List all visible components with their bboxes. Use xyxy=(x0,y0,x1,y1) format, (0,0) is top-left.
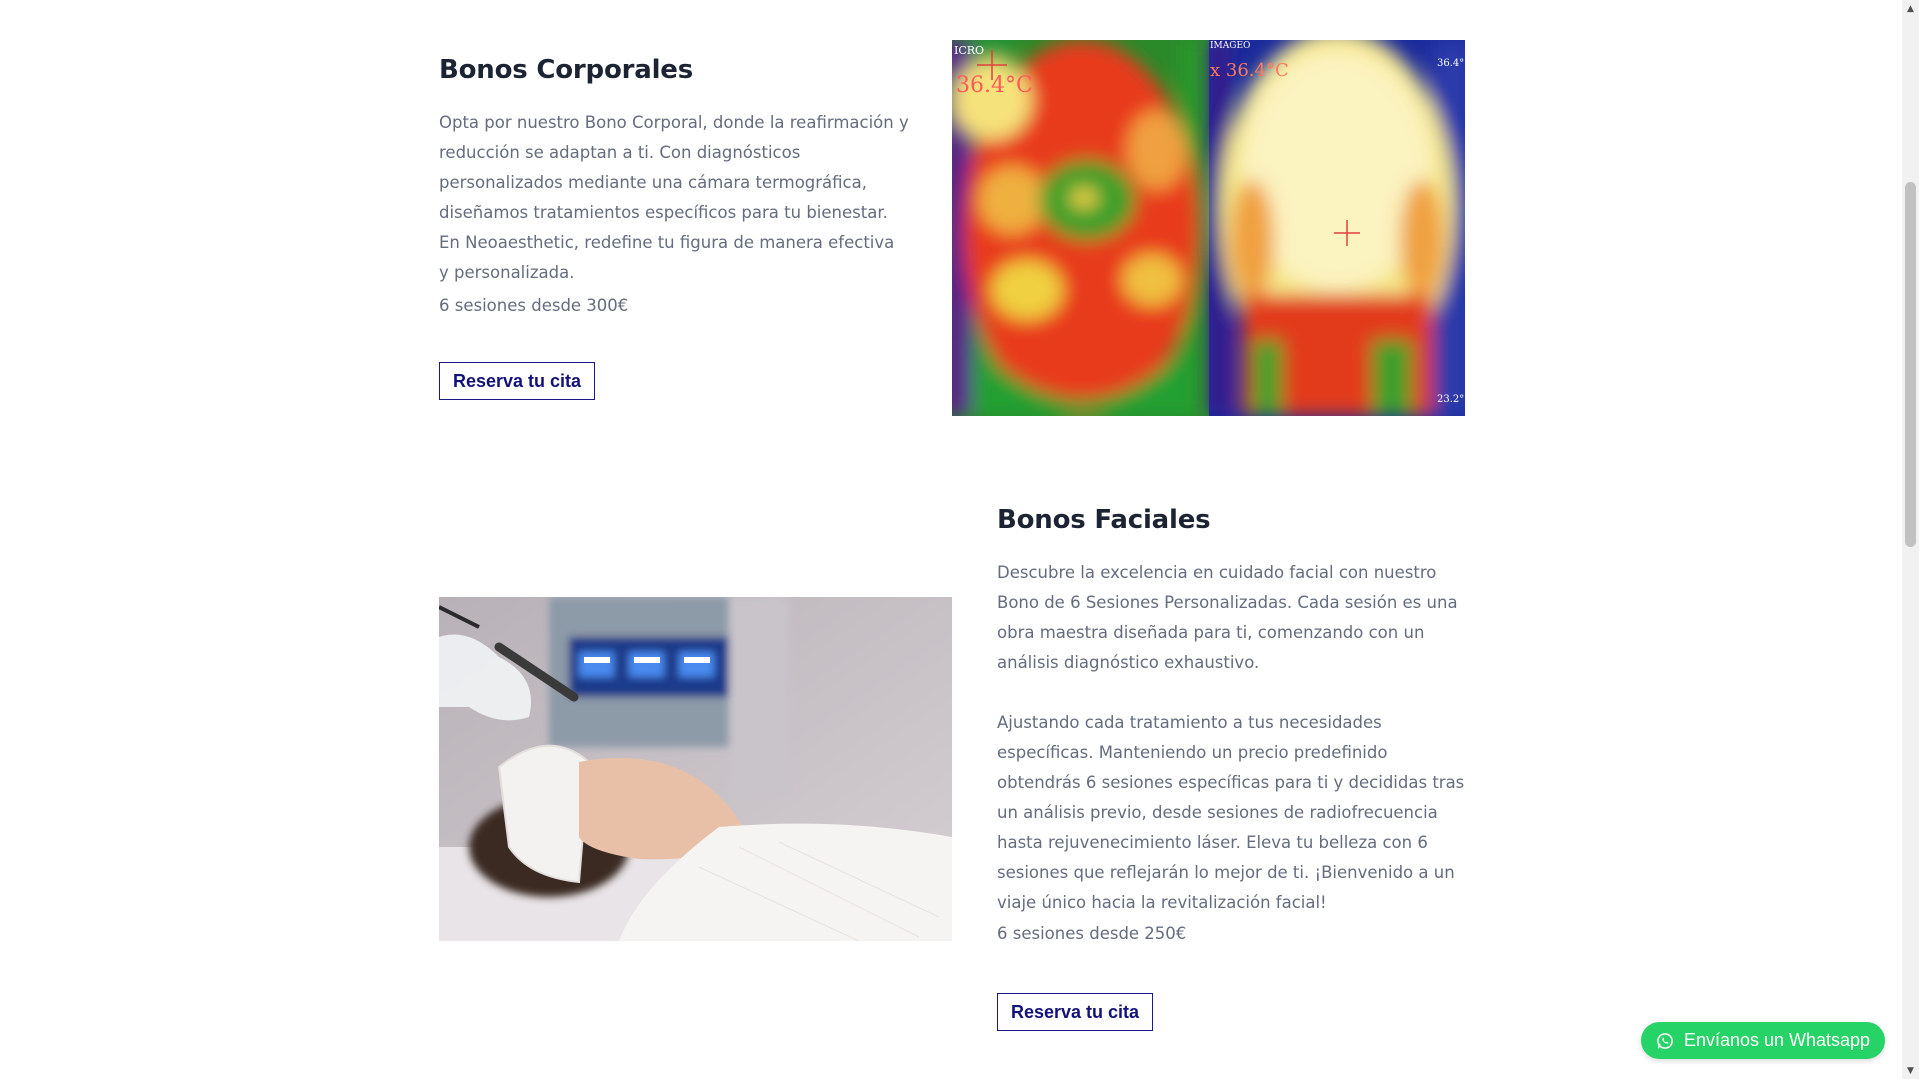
thermo-corner-bottom: 23.2° xyxy=(1437,394,1464,405)
thermo-label-right: IMAGEO xyxy=(1210,41,1250,51)
corporales-title: Bonos Corporales xyxy=(439,55,694,85)
corporales-price: 6 sesiones desde 300€ xyxy=(439,296,629,315)
thermo-corner-top: 36.4° xyxy=(1437,58,1464,69)
thermography-image: ICRO 36.4°C IMAGEO x 36.4°C 36.4° 23.2° xyxy=(952,40,1465,416)
scroll-down-icon[interactable]: ▼ xyxy=(1902,1062,1919,1079)
whatsapp-button[interactable]: Envíanos un Whatsapp xyxy=(1641,1022,1885,1059)
thermo-label-left: ICRO xyxy=(954,44,984,57)
thermo-temp-left: 36.4°C xyxy=(956,73,1033,98)
page-scrollbar[interactable]: ▲ ▼ xyxy=(1902,0,1919,1079)
faciales-description-1: Descubre la excelencia en cuidado facial… xyxy=(997,563,1458,672)
corporales-reserva-button[interactable]: Reserva tu cita xyxy=(439,362,595,400)
faciales-description-2: Ajustando cada tratamiento a tus necesid… xyxy=(997,713,1465,912)
whatsapp-label: Envíanos un Whatsapp xyxy=(1683,1030,1871,1050)
faciales-title: Bonos Faciales xyxy=(997,505,1211,535)
whatsapp-icon xyxy=(1656,1032,1674,1050)
scrollbar-thumb[interactable] xyxy=(1905,182,1916,547)
corporales-description: Opta por nuestro Bono Corporal, donde la… xyxy=(439,113,909,282)
scroll-up-icon[interactable]: ▲ xyxy=(1902,0,1919,17)
faciales-reserva-button[interactable]: Reserva tu cita xyxy=(997,993,1153,1031)
thermo-temp-right: x 36.4°C xyxy=(1210,60,1289,81)
faciales-price: 6 sesiones desde 250€ xyxy=(997,924,1187,943)
facial-treatment-image xyxy=(439,597,952,941)
